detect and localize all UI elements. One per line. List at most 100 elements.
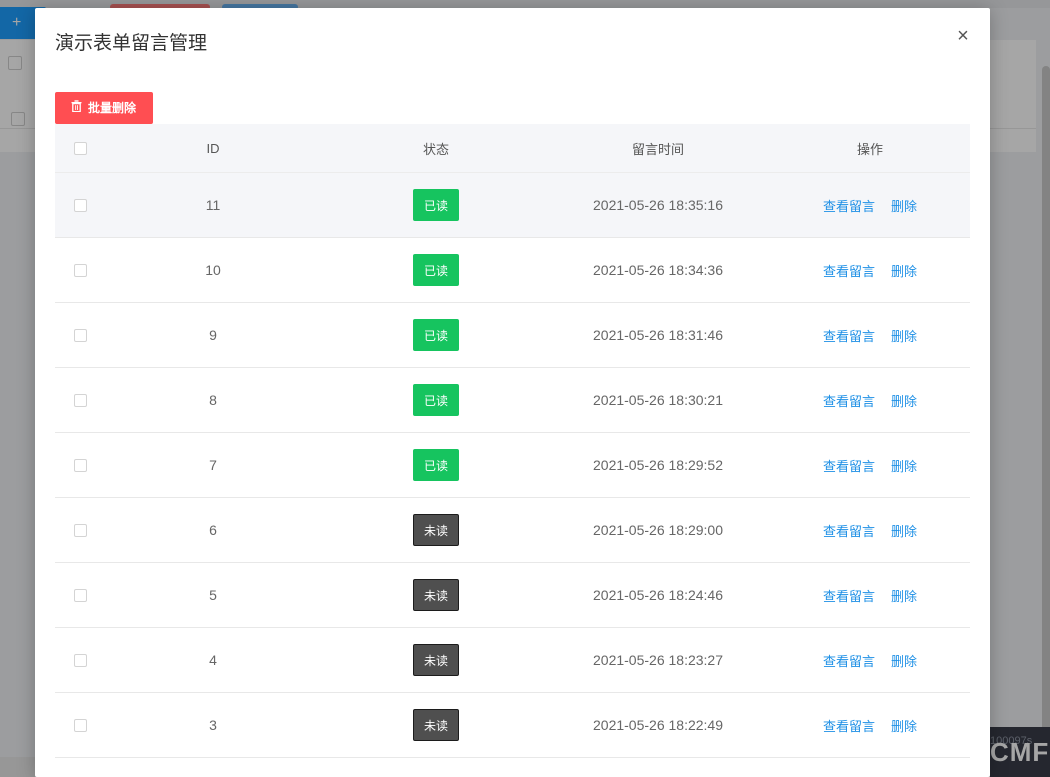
- row-id: 7: [209, 457, 217, 473]
- row-time: 2021-05-26 18:31:46: [593, 327, 723, 343]
- row-check-cell: [55, 303, 105, 367]
- row-time: 2021-05-26 18:29:00: [593, 522, 723, 538]
- select-all-checkbox[interactable]: [73, 141, 87, 155]
- row-actions: 查看留言 删除: [795, 498, 945, 562]
- row-status-cell: 已读: [386, 303, 486, 367]
- row-check-cell: [55, 693, 105, 757]
- row-checkbox[interactable]: [73, 523, 87, 537]
- delete-link[interactable]: 删除: [891, 456, 917, 475]
- row-status-cell: 未读: [386, 563, 486, 627]
- view-message-link[interactable]: 查看留言: [823, 586, 875, 605]
- batch-delete-label: 批量删除: [88, 101, 137, 115]
- table-row: 9 已读 2021-05-26 18:31:46 查看留言 删除: [55, 303, 970, 368]
- view-message-link[interactable]: 查看留言: [823, 456, 875, 475]
- delete-link[interactable]: 删除: [891, 521, 917, 540]
- status-badge: 已读: [413, 254, 459, 286]
- row-id: 4: [209, 652, 217, 668]
- row-checkbox[interactable]: [73, 328, 87, 342]
- row-id: 8: [209, 392, 217, 408]
- status-badge: 未读: [413, 579, 459, 611]
- row-actions: 查看留言 删除: [795, 628, 945, 692]
- row-status-cell: 未读: [386, 628, 486, 692]
- delete-link[interactable]: 删除: [891, 326, 917, 345]
- status-badge: 已读: [413, 384, 459, 416]
- row-check-cell: [55, 173, 105, 237]
- view-message-link[interactable]: 查看留言: [823, 716, 875, 735]
- message-management-modal: 演示表单留言管理 × 批量删除 ID 状态 留言时间 操作 11 已读 2021-0…: [35, 8, 990, 777]
- header-actions: 操作: [856, 141, 883, 157]
- row-actions: 查看留言 删除: [795, 368, 945, 432]
- status-badge: 已读: [413, 319, 459, 351]
- row-id: 6: [209, 522, 217, 538]
- row-status-cell: 未读: [386, 693, 486, 757]
- row-id: 3: [209, 717, 217, 733]
- delete-link[interactable]: 删除: [891, 716, 917, 735]
- view-message-link[interactable]: 查看留言: [823, 651, 875, 670]
- table-row: 7 已读 2021-05-26 18:29:52 查看留言 删除: [55, 433, 970, 498]
- row-check-cell: [55, 368, 105, 432]
- row-time: 2021-05-26 18:22:49: [593, 717, 723, 733]
- row-time: 2021-05-26 18:23:27: [593, 652, 723, 668]
- delete-link[interactable]: 删除: [891, 651, 917, 670]
- row-checkbox[interactable]: [73, 263, 87, 277]
- row-checkbox[interactable]: [73, 393, 87, 407]
- row-id: 5: [209, 587, 217, 603]
- row-checkbox[interactable]: [73, 198, 87, 212]
- row-id: 10: [205, 262, 221, 278]
- row-status-cell: 已读: [386, 238, 486, 302]
- close-icon[interactable]: ×: [953, 26, 973, 46]
- table-row: 4 未读 2021-05-26 18:23:27 查看留言 删除: [55, 628, 970, 693]
- table-header: ID 状态 留言时间 操作: [55, 124, 970, 173]
- row-id: 11: [205, 197, 221, 213]
- status-badge: 未读: [413, 644, 459, 676]
- row-actions: 查看留言 删除: [795, 433, 945, 497]
- view-message-link[interactable]: 查看留言: [823, 326, 875, 345]
- delete-link[interactable]: 删除: [891, 391, 917, 410]
- view-message-link[interactable]: 查看留言: [823, 391, 875, 410]
- header-time: 留言时间: [631, 141, 684, 157]
- table-row: 11 已读 2021-05-26 18:35:16 查看留言 删除: [55, 173, 970, 238]
- row-check-cell: [55, 628, 105, 692]
- table-row: 3 未读 2021-05-26 18:22:49 查看留言 删除: [55, 693, 970, 758]
- row-check-cell: [55, 563, 105, 627]
- row-actions: 查看留言 删除: [795, 563, 945, 627]
- status-badge: 未读: [413, 514, 459, 546]
- table-row: 5 未读 2021-05-26 18:24:46 查看留言 删除: [55, 563, 970, 628]
- row-checkbox[interactable]: [73, 588, 87, 602]
- batch-delete-button[interactable]: 批量删除: [55, 92, 153, 124]
- row-check-cell: [55, 238, 105, 302]
- header-check-cell: [55, 124, 105, 172]
- header-status: 状态: [422, 141, 449, 157]
- table-row: 10 已读 2021-05-26 18:34:36 查看留言 删除: [55, 238, 970, 303]
- view-message-link[interactable]: 查看留言: [823, 261, 875, 280]
- modal-title: 演示表单留言管理: [55, 33, 208, 54]
- row-checkbox[interactable]: [73, 653, 87, 667]
- row-actions: 查看留言 删除: [795, 238, 945, 302]
- view-message-link[interactable]: 查看留言: [823, 196, 875, 215]
- row-status-cell: 已读: [386, 368, 486, 432]
- status-badge: 已读: [413, 189, 459, 221]
- row-time: 2021-05-26 18:30:21: [593, 392, 723, 408]
- delete-link[interactable]: 删除: [891, 586, 917, 605]
- row-status-cell: 已读: [386, 433, 486, 497]
- row-checkbox[interactable]: [73, 458, 87, 472]
- row-actions: 查看留言 删除: [795, 173, 945, 237]
- delete-link[interactable]: 删除: [891, 261, 917, 280]
- row-time: 2021-05-26 18:35:16: [593, 197, 723, 213]
- row-time: 2021-05-26 18:29:52: [593, 457, 723, 473]
- view-message-link[interactable]: 查看留言: [823, 521, 875, 540]
- row-id: 9: [209, 327, 217, 343]
- row-time: 2021-05-26 18:24:46: [593, 587, 723, 603]
- message-table: ID 状态 留言时间 操作 11 已读 2021-05-26 18:35:16 查看留…: [55, 124, 970, 758]
- table-row: 8 已读 2021-05-26 18:30:21 查看留言 删除: [55, 368, 970, 433]
- row-actions: 查看留言 删除: [795, 303, 945, 367]
- header-id: ID: [206, 140, 220, 156]
- row-status-cell: 未读: [386, 498, 486, 562]
- status-badge: 已读: [413, 449, 459, 481]
- table-row: 6 未读 2021-05-26 18:29:00 查看留言 删除: [55, 498, 970, 563]
- row-checkbox[interactable]: [73, 718, 87, 732]
- row-actions: 查看留言 删除: [795, 693, 945, 757]
- trash-icon: [71, 92, 82, 124]
- delete-link[interactable]: 删除: [891, 196, 917, 215]
- row-time: 2021-05-26 18:34:36: [593, 262, 723, 278]
